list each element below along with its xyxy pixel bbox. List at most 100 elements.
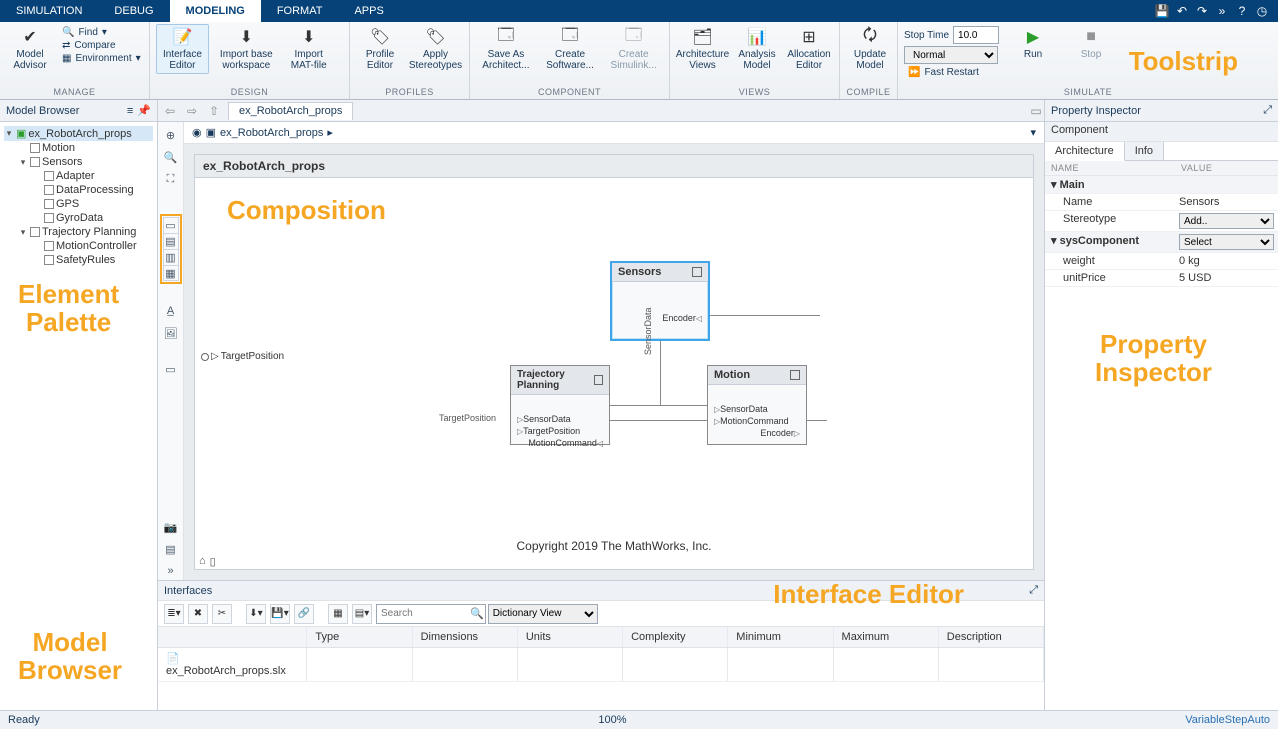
tree-item[interactable]: SafetyRules [4, 253, 153, 267]
model-advisor-button[interactable]: ✔ Model Advisor [6, 24, 54, 74]
if-col-max[interactable]: Maximum [834, 627, 939, 647]
tab-debug[interactable]: DEBUG [98, 0, 169, 22]
syscomponent-select[interactable]: Select [1179, 234, 1274, 250]
pal-ref-icon[interactable]: ▦ [163, 265, 179, 281]
pal-bird-icon[interactable]: ▤ [162, 540, 180, 558]
interfaces-maximize-icon[interactable]: ⤢ [1029, 584, 1038, 597]
analysis-model-button[interactable]: 📊 Analysis Model [733, 24, 781, 74]
block-sensors[interactable]: Sensors Encoder ◁ [610, 261, 710, 341]
tab-modeling[interactable]: MODELING [170, 0, 261, 22]
stop-time-input[interactable] [953, 26, 999, 44]
tab-simulation[interactable]: SIMULATION [0, 0, 98, 22]
pal-zoom-icon[interactable]: 🔍 [162, 148, 180, 166]
profile-editor-button[interactable]: 🏷 Profile Editor [356, 24, 404, 74]
run-button[interactable]: ▶ Run [1009, 24, 1057, 63]
pi-row-weight[interactable]: weight0 kg [1045, 253, 1278, 270]
pane-opts-icon[interactable]: ≡ [127, 105, 133, 117]
if-col-name[interactable] [158, 627, 307, 647]
tile-icon[interactable]: ▭ [1028, 103, 1044, 119]
compare-button[interactable]: ⇄Compare [58, 39, 145, 52]
block-trajectory-planning[interactable]: Trajectory Planning ▷ SensorData ▷ Targe… [510, 365, 610, 445]
status-zoom[interactable]: 100% [598, 714, 626, 726]
nav-up-icon[interactable]: ⇧ [206, 103, 222, 119]
block-motion[interactable]: Motion ▷ SensorData ▷ MotionCommand Enco… [707, 365, 807, 445]
pin-icon[interactable]: 📌 [137, 104, 151, 117]
tree-item[interactable]: MotionController [4, 239, 153, 253]
import-mat-file-button[interactable]: ⬇ Import MAT-file [284, 24, 334, 74]
block-open-icon[interactable] [594, 375, 603, 385]
pal-annotation-icon[interactable]: A̲ [162, 302, 180, 320]
pi-row-stereotype[interactable]: StereotypeAdd.. [1045, 211, 1278, 232]
sim-mode-select[interactable]: Normal [904, 46, 998, 64]
tree-item[interactable]: Adapter [4, 169, 153, 183]
pal-adapter-icon[interactable]: ▥ [163, 249, 179, 265]
if-col-complex[interactable]: Complexity [623, 627, 728, 647]
pi-tab-info[interactable]: Info [1125, 142, 1164, 160]
if-cut-icon[interactable]: ✂ [212, 604, 232, 624]
qat-overflow-icon[interactable]: » [1214, 3, 1230, 19]
pal-fit-icon[interactable]: ⛶ [162, 170, 180, 188]
nav-fwd-icon[interactable]: ⇨ [184, 103, 200, 119]
composition-canvas[interactable]: ex_RobotArch_props Composition ▷TargetPo… [194, 154, 1034, 570]
pal-expand-icon[interactable]: ⊕ [162, 126, 180, 144]
nav-back-icon[interactable]: ⇦ [162, 103, 178, 119]
find-button[interactable]: 🔍Find ▾ [58, 26, 145, 39]
breadcrumb-item[interactable]: ex_RobotArch_props [220, 127, 323, 139]
tree-root[interactable]: ▾▣ex_RobotArch_props [4, 126, 153, 141]
tree-item[interactable]: ▾Trajectory Planning [4, 225, 153, 239]
undo-icon[interactable]: ↶ [1174, 3, 1190, 19]
stereotype-select[interactable]: Add.. [1179, 213, 1274, 229]
allocation-editor-button[interactable]: ⊞ Allocation Editor [785, 24, 833, 74]
tree-item[interactable]: DataProcessing [4, 183, 153, 197]
help-icon[interactable]: ? [1234, 3, 1250, 19]
save-icon[interactable]: 💾 [1154, 3, 1170, 19]
fast-restart-button[interactable]: ⏩Fast Restart [904, 66, 999, 79]
update-model-button[interactable]: 🗘 Update Model [846, 24, 894, 74]
save-as-architecture-button[interactable]: 🗔 Save As Architect... [476, 24, 536, 74]
pal-camera-icon[interactable]: 📷 [162, 518, 180, 536]
external-input-port[interactable]: ▷TargetPosition [201, 351, 284, 362]
tree-item[interactable]: ▾Sensors [4, 155, 153, 169]
hierarchy-icon[interactable]: ⌂ [199, 555, 206, 567]
tree-item[interactable]: Motion [4, 141, 153, 155]
if-import-icon[interactable]: ⬇▾ [246, 604, 266, 624]
interfaces-table[interactable]: Type Dimensions Units Complexity Minimum… [158, 627, 1044, 710]
editor-tab[interactable]: ex_RobotArch_props [228, 102, 353, 120]
if-col-dim[interactable]: Dimensions [413, 627, 518, 647]
breadcrumb-hide-icon[interactable]: ◉ [192, 126, 202, 139]
if-view-icon[interactable]: ▤▾ [352, 604, 372, 624]
signals-icon[interactable]: ▯ [210, 555, 216, 568]
pi-section-syscomponent[interactable]: ▾ sysComponentSelect [1045, 232, 1278, 253]
pi-maximize-icon[interactable]: ⤢ [1263, 104, 1272, 117]
if-col-min[interactable]: Minimum [728, 627, 833, 647]
breadcrumb-dropdown-icon[interactable]: ▾ [1030, 126, 1036, 139]
pal-variant-icon[interactable]: ▤ [163, 233, 179, 249]
pal-image-icon[interactable]: 🖼 [162, 324, 180, 342]
tab-format[interactable]: FORMAT [261, 0, 339, 22]
sim-mode-field[interactable]: Normal [904, 46, 999, 64]
pal-area-icon[interactable]: ▭ [162, 360, 180, 378]
search-go-icon[interactable]: 🔍 [470, 607, 484, 620]
import-base-workspace-button[interactable]: ⬇ Import base workspace [213, 24, 280, 74]
gear-icon[interactable]: ◷ [1254, 3, 1270, 19]
block-open-icon[interactable] [790, 370, 800, 380]
tree-item[interactable]: GyroData [4, 211, 153, 225]
tree-item[interactable]: GPS [4, 197, 153, 211]
breadcrumb[interactable]: ◉ ▣ ex_RobotArch_props ▸ ▾ [184, 122, 1044, 144]
pal-component-icon[interactable]: ▭ [163, 217, 179, 233]
pi-section-main[interactable]: ▾ Main [1045, 176, 1278, 194]
if-highlight-icon[interactable]: ▦ [328, 604, 348, 624]
if-link-icon[interactable]: 🔗 [294, 604, 314, 624]
interfaces-row[interactable]: 📄 ex_RobotArch_props.slx [158, 648, 1044, 682]
interface-editor-button[interactable]: 📝 Interface Editor [156, 24, 209, 74]
if-delete-icon[interactable]: ✖ [188, 604, 208, 624]
if-col-desc[interactable]: Description [939, 627, 1044, 647]
pal-more-icon[interactable]: » [162, 562, 180, 580]
if-col-type[interactable]: Type [307, 627, 412, 647]
status-solver[interactable]: VariableStepAuto [1185, 714, 1270, 726]
stop-time-field[interactable]: Stop Time [904, 26, 999, 44]
if-col-units[interactable]: Units [518, 627, 623, 647]
model-tree[interactable]: ▾▣ex_RobotArch_props Motion ▾Sensors Ada… [0, 122, 157, 271]
pi-tab-architecture[interactable]: Architecture [1045, 142, 1125, 161]
stop-button[interactable]: ■ Stop [1067, 24, 1115, 63]
